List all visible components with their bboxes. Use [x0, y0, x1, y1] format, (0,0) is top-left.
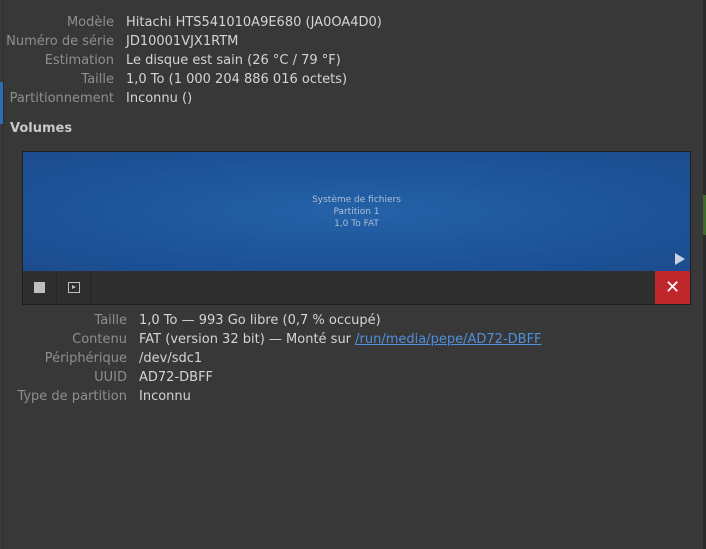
drive-model-label: Modèle [66, 15, 114, 30]
volume-uuid-value: AD72-DBFF [139, 370, 214, 385]
stop-icon [34, 282, 45, 293]
drive-partitioning-value: Inconnu () [126, 91, 193, 106]
volume-uuid-row: UUID AD72-DBFF [0, 368, 213, 387]
volume-device-value: /dev/sdc1 [139, 351, 203, 366]
volume-size-row: Taille 1,0 To — 993 Go libre (0,7 % occu… [0, 311, 381, 330]
volumes-heading: Volumes [10, 121, 73, 136]
volume-content-value: FAT (version 32 bit) — Monté sur /run/me… [139, 332, 542, 347]
volume-partition-type-value: Inconnu [139, 389, 191, 404]
drive-partitioning-row: Partitionnement Inconnu () [0, 89, 193, 108]
volume-map: Système de fichiers Partition 1 1,0 To F… [22, 151, 691, 305]
drive-model-value: Hitachi HTS541010A9E680 (JA0OA4D0) [126, 15, 382, 30]
drive-serial-value: JD10001VJX1RTM [126, 34, 239, 49]
volume-partition-type-label: Type de partition [17, 389, 127, 404]
partition-filesystem-text: Système de fichiers [312, 195, 401, 205]
volume-size-value: 1,0 To — 993 Go libre (0,7 % occupé) [139, 313, 381, 328]
mount-options-button[interactable] [57, 271, 91, 304]
volume-content-text: FAT (version 32 bit) — Monté sur [139, 332, 356, 347]
volume-uuid-label: UUID [94, 370, 127, 385]
drive-size-label: Taille [81, 72, 114, 87]
partition-1-caption: Système de fichiers Partition 1 1,0 To F… [23, 194, 690, 230]
drive-partitioning-label: Partitionnement [9, 91, 114, 106]
volume-toolbar: ✕ [23, 271, 690, 304]
partition-size-text: 1,0 To FAT [334, 219, 379, 229]
volume-content-row: Contenu FAT (version 32 bit) — Monté sur… [0, 330, 542, 349]
drive-model-row: Modèle Hitachi HTS541010A9E680 (JA0OA4D0… [0, 13, 382, 32]
volume-device-row: Périphérique /dev/sdc1 [0, 349, 202, 368]
volume-partition-type-row: Type de partition Inconnu [0, 387, 191, 406]
drive-serial-row: Numéro de série JD10001VJX1RTM [0, 32, 238, 51]
drive-serial-label: Numéro de série [6, 34, 114, 49]
drive-size-value: 1,0 To (1 000 204 886 016 octets) [126, 72, 348, 87]
volume-content-label: Contenu [72, 332, 127, 347]
close-icon: ✕ [664, 277, 681, 298]
volume-size-label: Taille [94, 313, 127, 328]
partition-1-block[interactable]: Système de fichiers Partition 1 1,0 To F… [23, 152, 690, 272]
drive-assessment-value: Le disque est sain (26 °C / 79 °F) [126, 53, 341, 68]
drive-assessment-row: Estimation Le disque est sain (26 °C / 7… [0, 51, 341, 70]
mount-point-link[interactable]: /run/media/pepe/AD72-DBFF [355, 332, 541, 347]
partition-name-text: Partition 1 [333, 207, 380, 217]
drive-size-row: Taille 1,0 To (1 000 204 886 016 octets) [0, 70, 347, 89]
unmount-button[interactable] [23, 271, 57, 304]
drive-assessment-label: Estimation [44, 53, 114, 68]
mount-icon [67, 282, 80, 293]
delete-partition-button[interactable]: ✕ [655, 271, 690, 304]
mounted-indicator-icon [675, 253, 685, 265]
volume-device-label: Périphérique [44, 351, 127, 366]
